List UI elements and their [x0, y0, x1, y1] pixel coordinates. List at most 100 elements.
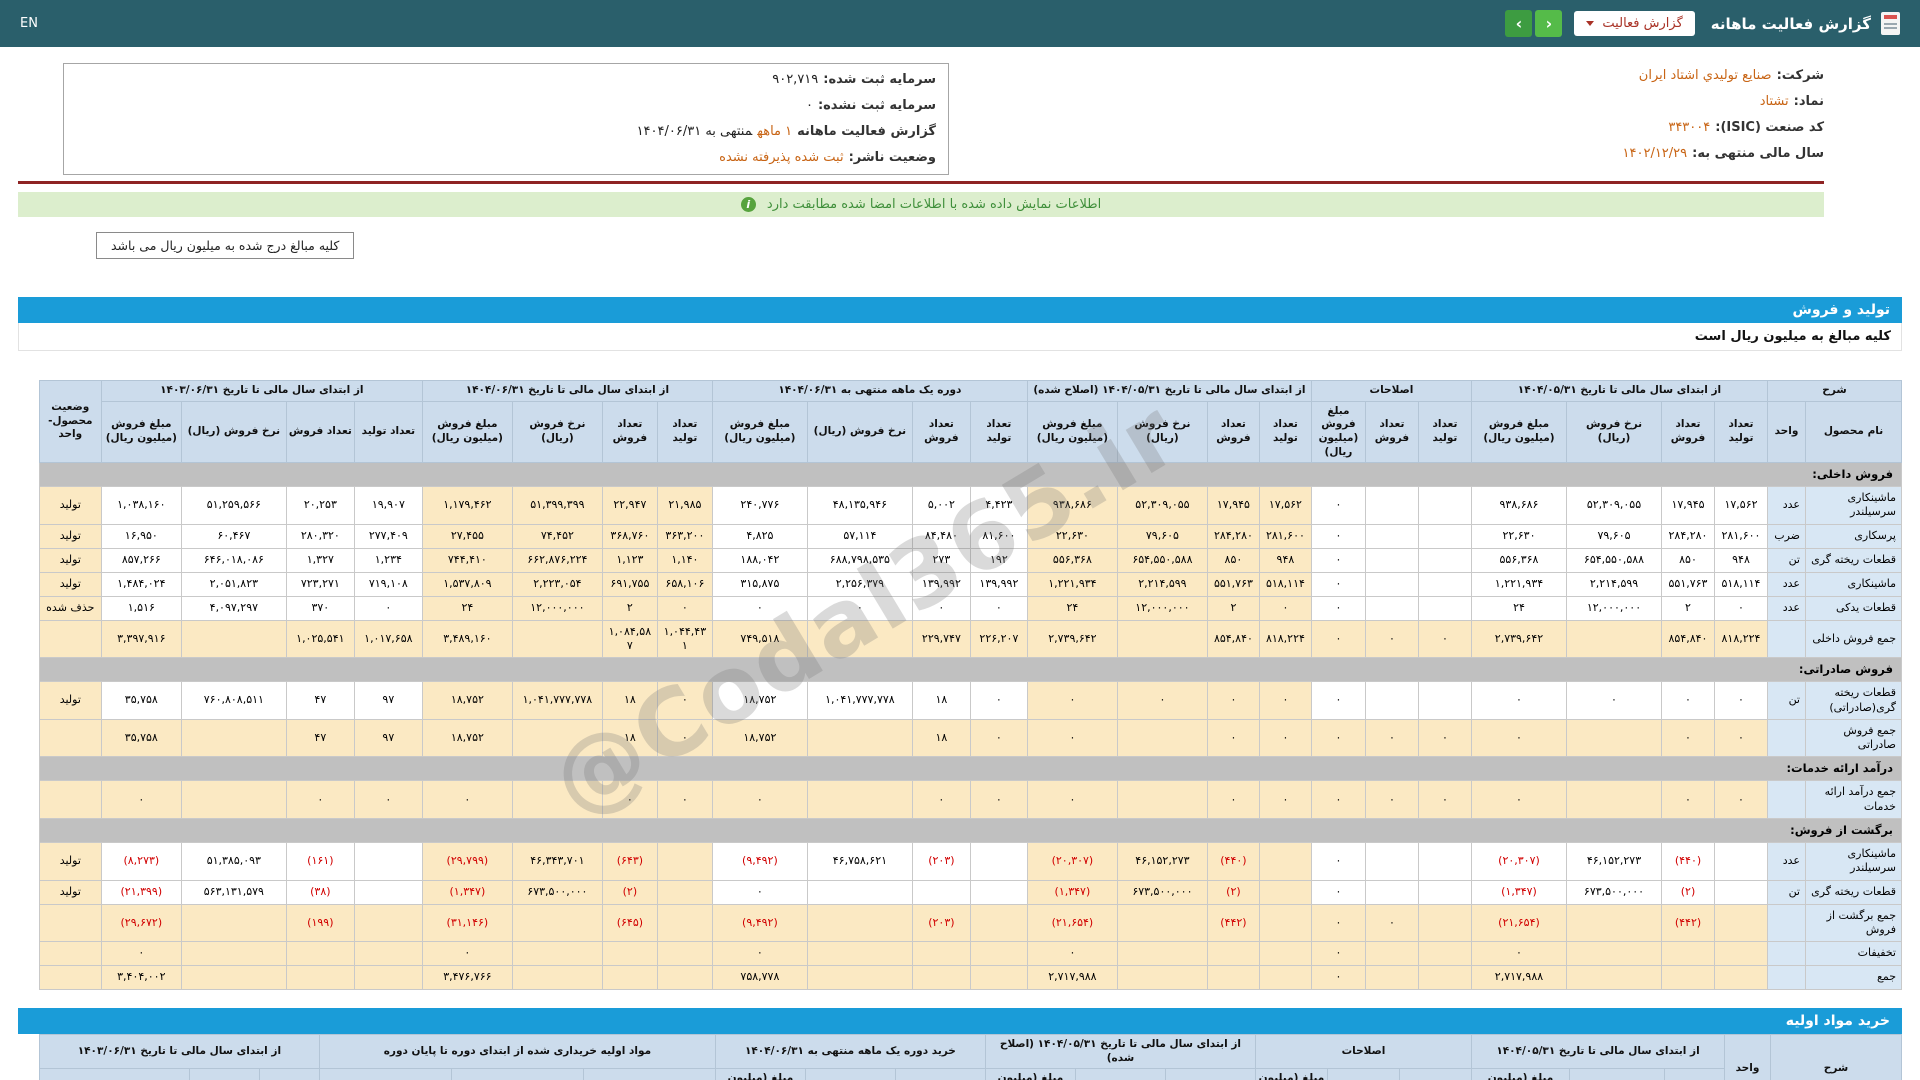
table-cell: ۰ — [1311, 682, 1365, 720]
table-cell: ۰ — [970, 682, 1027, 720]
info-row: نماد:تشتاد — [979, 89, 1824, 115]
total-row: جمع فروش صادراتی۰۰۰۰۰۰۰۰۰۰۱۸۱۸,۷۵۲۰۱۸۱۸,… — [39, 719, 1901, 757]
table-cell: ۴۷ — [286, 719, 354, 757]
table-cell — [181, 904, 286, 942]
column-header: مقدار — [1400, 1069, 1472, 1080]
table-cell: ۰ — [286, 781, 354, 819]
table-cell: ۰ — [970, 719, 1027, 757]
table-cell — [39, 966, 101, 990]
table-cell: ۰ — [1365, 781, 1418, 819]
table-row: قطعات یدکیعدد۰۲۱۲,۰۰۰,۰۰۰۲۴۰۰۲۱۲,۰۰۰,۰۰۰… — [39, 596, 1901, 620]
info-label: سرمایه ثبت نشده: — [818, 98, 936, 113]
table-cell — [39, 620, 101, 658]
table-cell: ۰ — [657, 781, 712, 819]
table-cell: ۰ — [1311, 842, 1365, 880]
table-cell: ۰ — [1365, 904, 1418, 942]
total-row: جمع برگشت از فروش(۴۴۲)(۲۱,۶۵۴)۰۰(۴۴۲)(۲۱… — [39, 904, 1901, 942]
table-cell: ۰ — [912, 596, 970, 620]
column-header: نرخ (ریال) — [189, 1069, 259, 1080]
table-cell: ۷۴۹,۵۱۸ — [712, 620, 807, 658]
table-cell: ۰ — [1715, 719, 1768, 757]
table-cell — [1365, 682, 1418, 720]
section-production-sales: تولید و فروش — [18, 297, 1902, 323]
table-cell: تولید — [39, 524, 101, 548]
table-cell: (۱,۳۴۷) — [422, 880, 512, 904]
table-cell: (۲۱,۶۵۴) — [1471, 904, 1566, 942]
table-cell — [602, 966, 657, 990]
language-toggle[interactable]: EN — [20, 16, 38, 31]
table-cell: ۱۸,۷۵۲ — [712, 682, 807, 720]
table-cell: ۰ — [1471, 942, 1566, 966]
column-header: مبلغ فروش (میلیون ریال) — [1311, 401, 1365, 463]
table-cell: ۱,۰۲۵,۵۴۱ — [286, 620, 354, 658]
column-header: مبلغ فروش (میلیون ریال) — [422, 401, 512, 463]
table-cell — [1567, 781, 1662, 819]
table-cell: ۰ — [1662, 682, 1715, 720]
previous-report-button[interactable]: ‹ — [1505, 10, 1532, 37]
table-cell: ۵۱۸,۱۱۴ — [1259, 572, 1311, 596]
table-cell — [1768, 781, 1806, 819]
caret-down-icon — [1586, 21, 1594, 26]
table-cell: ۰ — [970, 781, 1027, 819]
table-cell: ۰ — [1311, 942, 1365, 966]
table-cell: ۰ — [1418, 781, 1471, 819]
table-cell: عدد — [1768, 572, 1806, 596]
table-cell — [512, 719, 602, 757]
table-cell: ۰ — [1418, 620, 1471, 658]
table-cell: (۱,۳۴۷) — [1027, 880, 1117, 904]
column-header: نرخ (ریال) — [1075, 1069, 1165, 1080]
column-header: نرخ (ریال) — [1328, 1069, 1400, 1080]
table-cell: ۳۷۰ — [286, 596, 354, 620]
table-cell: ۲۲,۶۳۰ — [1027, 524, 1117, 548]
section-row: فروش داخلی: — [39, 463, 1901, 487]
amounts-subtitle: کلیه مبالغ به میلیون ریال است — [18, 323, 1902, 351]
table-cell: تخفیفات — [1806, 942, 1902, 966]
column-header: تعداد فروش — [286, 401, 354, 463]
table-cell: ۲۸۰,۳۲۰ — [286, 524, 354, 548]
table-cell: ۶۰,۴۶۷ — [181, 524, 286, 548]
section-row: درآمد ارائه خدمات: — [39, 757, 1901, 781]
table-cell — [1117, 966, 1207, 990]
table-cell: ۶۵۴,۵۵۰,۵۸۸ — [1567, 548, 1662, 572]
table-cell: ۰ — [354, 781, 422, 819]
table-cell: ۲۴ — [1471, 596, 1566, 620]
table-cell — [1365, 966, 1418, 990]
table-cell: ۱,۰۱۷,۶۵۸ — [354, 620, 422, 658]
next-report-button[interactable]: › — [1535, 10, 1562, 37]
table-cell — [181, 942, 286, 966]
table-cell — [1117, 942, 1207, 966]
table-cell — [1418, 966, 1471, 990]
table-cell — [181, 719, 286, 757]
table-row: پرسکاریضرب۲۸۱,۶۰۰۲۸۴,۲۸۰۷۹,۶۰۵۲۲,۶۳۰۰۲۸۱… — [39, 524, 1901, 548]
table-cell: ۳۶۳,۲۰۰ — [657, 524, 712, 548]
table-cell: ۰ — [602, 781, 657, 819]
column-header: تعداد تولید — [970, 401, 1027, 463]
table-cell: (۲۰۳) — [912, 904, 970, 942]
table-cell — [1715, 842, 1768, 880]
table-cell: ۱,۱۴۰ — [657, 548, 712, 572]
table-cell: ۱,۰۳۸,۱۶۰ — [101, 487, 181, 525]
column-header: مبلغ (میلیون ریال) — [985, 1069, 1075, 1080]
table-cell: تن — [1768, 880, 1806, 904]
table-cell: ۱,۰۴۱,۷۷۷,۷۷۸ — [512, 682, 602, 720]
table-cell: ۰ — [422, 942, 512, 966]
table-cell — [1259, 942, 1311, 966]
table-cell — [354, 842, 422, 880]
table-cell — [807, 620, 912, 658]
table-cell: ۰ — [1207, 781, 1259, 819]
main-content: شرکت:صنايع توليدي اشتاد ايراننماد:تشتادک… — [0, 47, 1920, 1080]
table-cell: ۰ — [1027, 781, 1117, 819]
table-cell: پرسکاری — [1806, 524, 1902, 548]
table-cell — [181, 781, 286, 819]
column-group-header: وضعیت محصول-واحد — [39, 381, 101, 463]
report-type-dropdown[interactable]: گزارش فعالیت — [1574, 11, 1694, 36]
info-row: سرمایه ثبت شده:۹۰۲,۷۱۹ — [76, 67, 936, 93]
table-cell: ۲,۲۵۶,۳۷۹ — [807, 572, 912, 596]
table-cell: تولید — [39, 842, 101, 880]
table-cell: ۴۶,۱۵۲,۲۷۳ — [1567, 842, 1662, 880]
total-row: تخفیفات۰۰۰۰۰۰ — [39, 942, 1901, 966]
table-cell: ۱۸۸,۰۴۲ — [712, 548, 807, 572]
table-cell — [1207, 942, 1259, 966]
table-cell: ۰ — [1207, 719, 1259, 757]
table-cell: ۲۰,۲۵۳ — [286, 487, 354, 525]
